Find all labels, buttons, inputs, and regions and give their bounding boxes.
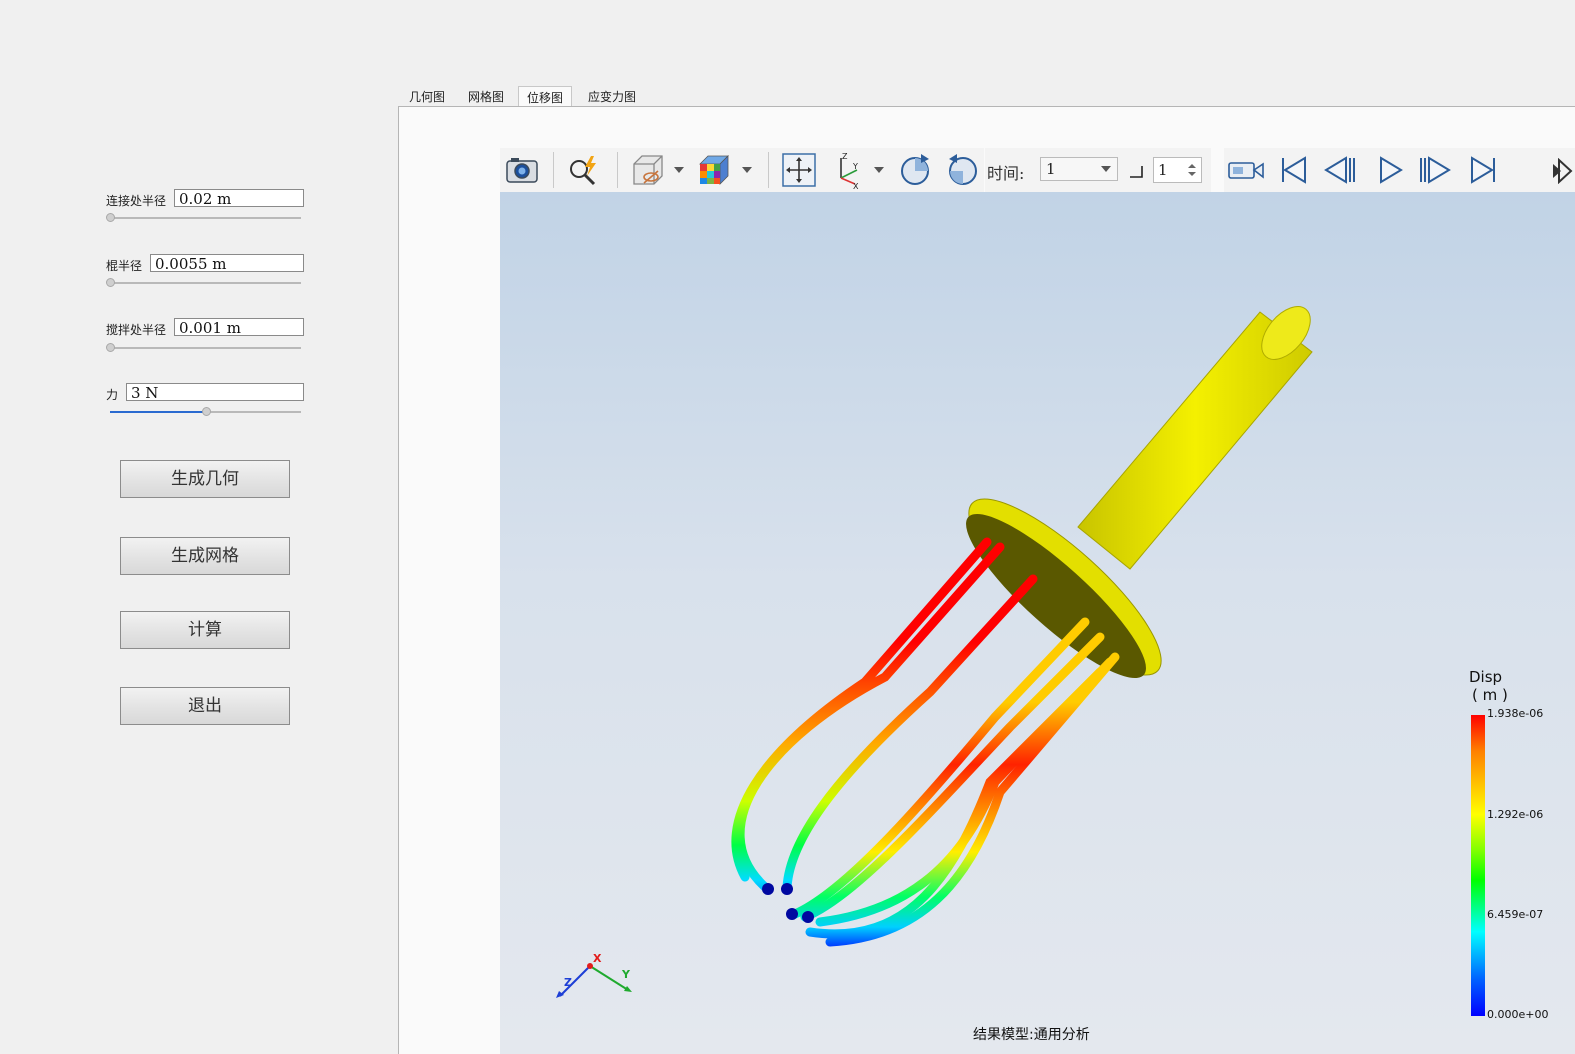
generate-geometry-button[interactable]: 生成几何	[120, 460, 290, 498]
rod-radius-slider[interactable]	[106, 278, 301, 287]
prev-frame-icon[interactable]	[1320, 150, 1360, 190]
joint-radius-slider-handle[interactable]	[106, 213, 115, 222]
exit-button[interactable]: 退出	[120, 687, 290, 725]
legend-min-label: 0.000e+00	[1487, 1008, 1549, 1021]
time-label: 时间:	[987, 164, 1025, 183]
last-frame-icon[interactable]	[1464, 150, 1504, 190]
joint-radius-input[interactable]: 0.02 m	[174, 189, 304, 207]
chevron-down-icon	[1101, 166, 1111, 172]
rotate-cw-icon[interactable]	[895, 150, 935, 190]
rod-radius-input[interactable]: 0.0055 m	[150, 254, 304, 272]
zoom-icon[interactable]	[563, 150, 603, 190]
toolbar-separator	[768, 152, 769, 188]
3d-viewport[interactable]: X Y Z	[500, 192, 1575, 1054]
whisk-displacement-render	[731, 306, 1313, 947]
axes-icon[interactable]: Z Y X	[829, 150, 869, 190]
next-frame-icon[interactable]	[1415, 150, 1455, 190]
force-slider[interactable]	[110, 407, 301, 416]
step-icon	[1130, 166, 1143, 178]
legend-title: Disp	[1469, 668, 1503, 686]
time-select[interactable]: 1	[1040, 157, 1118, 181]
svg-text:Z: Z	[842, 152, 848, 161]
legend-mid-low-label: 6.459e-07	[1487, 908, 1544, 921]
time-select-value: 1	[1046, 160, 1056, 178]
step-spinbox[interactable]: 1	[1153, 157, 1202, 183]
triad-y-label: Y	[622, 968, 630, 981]
play-icon[interactable]	[1369, 150, 1409, 190]
chevron-down-icon[interactable]	[673, 165, 685, 175]
camera-icon[interactable]	[502, 150, 542, 190]
legend-max-label: 1.938e-06	[1487, 707, 1544, 720]
compute-button[interactable]: 计算	[120, 611, 290, 649]
spin-arrows-icon[interactable]	[1188, 162, 1196, 178]
toolbar-separator	[553, 152, 554, 188]
legend-color-bar	[1471, 715, 1485, 1016]
rod-radius-slider-handle[interactable]	[106, 278, 115, 287]
svg-text:Y: Y	[852, 162, 858, 171]
tab-geometry[interactable]: 几何图	[401, 86, 453, 108]
param-label-rod-radius: 棍半径	[106, 259, 143, 273]
svg-text:X: X	[853, 182, 859, 190]
param-label-force: 力	[106, 388, 119, 402]
whisk-radius-input[interactable]: 0.001 m	[174, 318, 304, 336]
toolbar-separator	[617, 152, 618, 188]
force-slider-handle[interactable]	[201, 407, 211, 416]
tab-mesh[interactable]: 网格图	[460, 86, 512, 108]
param-label-whisk-radius: 搅拌处半径	[106, 323, 167, 337]
fit-view-icon[interactable]	[779, 150, 819, 190]
joint-radius-slider[interactable]	[106, 213, 301, 222]
record-icon[interactable]	[1226, 150, 1266, 190]
force-input[interactable]: 3 N	[126, 383, 304, 401]
param-label-joint-radius: 连接处半径	[106, 194, 167, 208]
legend-mid-high-label: 1.292e-06	[1487, 808, 1544, 821]
whisk-radius-slider-handle[interactable]	[106, 343, 115, 352]
rotate-ccw-icon[interactable]	[943, 150, 983, 190]
color-cube-icon[interactable]	[694, 150, 734, 190]
expand-icon[interactable]	[1549, 158, 1575, 184]
display-mode-icon[interactable]	[628, 150, 668, 190]
triad-x-label: X	[593, 952, 602, 965]
triad-z-label: Z	[564, 976, 572, 989]
result-model-caption: 结果模型:通用分析	[973, 1027, 1090, 1043]
whisk-radius-slider[interactable]	[106, 343, 301, 352]
step-spinbox-value: 1	[1158, 161, 1168, 179]
legend-unit: ( m )	[1472, 686, 1508, 704]
first-frame-icon[interactable]	[1273, 150, 1313, 190]
chevron-down-icon[interactable]	[873, 165, 885, 175]
generate-mesh-button[interactable]: 生成网格	[120, 537, 290, 575]
chevron-down-icon[interactable]	[741, 165, 753, 175]
tab-stress[interactable]: 应变力图	[580, 86, 644, 108]
